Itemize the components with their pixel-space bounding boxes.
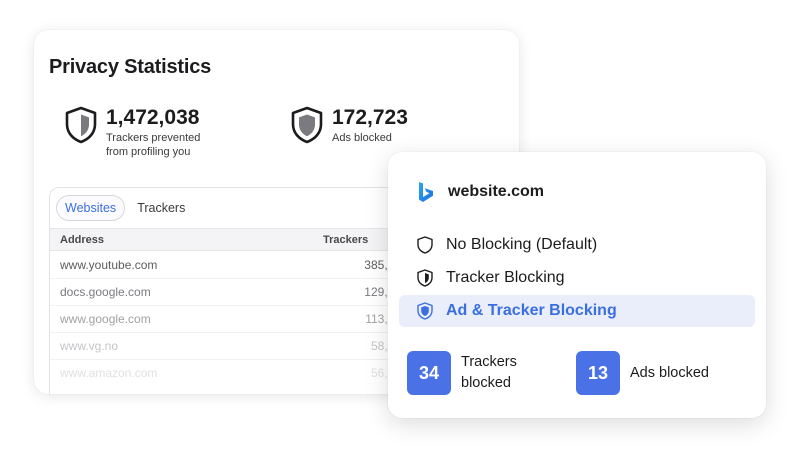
count-label: Trackers — [461, 354, 517, 370]
shield-half-icon — [65, 106, 97, 144]
table-tabs: Websites Trackers — [56, 195, 197, 221]
shield-full-icon — [291, 106, 323, 144]
site-header: website.com — [418, 181, 544, 203]
trackers-prevented-stat: 1,472,038 Trackers prevented from profil… — [64, 106, 200, 159]
shield-outline-icon — [417, 236, 433, 254]
count-badge: 34 — [407, 351, 451, 395]
option-ad-tracker-blocking[interactable]: Ad & Tracker Blocking — [399, 295, 755, 327]
count-badge: 13 — [576, 351, 620, 395]
row-address: docs.google.com — [60, 285, 151, 299]
trackers-blocked-count: 34 Trackers blocked — [407, 351, 541, 395]
row-address: www.amazon.com — [60, 366, 158, 380]
row-address: www.vg.no — [60, 339, 119, 353]
row-address: www.google.com — [60, 312, 151, 326]
trackers-prevented-count: 1,472,038 — [106, 106, 200, 129]
count-label: Ads blocked — [630, 364, 709, 381]
option-label: Tracker Blocking — [446, 269, 565, 286]
bing-logo-icon — [419, 182, 433, 202]
tab-trackers[interactable]: Trackers — [129, 196, 193, 220]
trackers-prevented-label: Trackers prevented — [106, 132, 201, 144]
trackers-prevented-label-2: from profiling you — [106, 146, 191, 158]
column-header-address[interactable]: Address — [60, 234, 104, 246]
tab-websites[interactable]: Websites — [56, 195, 126, 221]
ads-blocked-count: 172,723 — [332, 106, 408, 129]
option-no-blocking[interactable]: No Blocking (Default) — [399, 229, 755, 261]
row-address: www.youtube.com — [60, 258, 158, 272]
count-label-2: blocked — [461, 375, 511, 391]
column-header-trackers[interactable]: Trackers — [323, 234, 368, 246]
shield-full-icon — [417, 302, 433, 320]
option-label: No Blocking (Default) — [446, 236, 598, 253]
option-label: Ad & Tracker Blocking — [446, 302, 617, 319]
ads-blocked-count-site: 13 Ads blocked — [576, 351, 730, 395]
option-tracker-blocking[interactable]: Tracker Blocking — [399, 262, 755, 294]
page-title: Privacy Statistics — [49, 56, 212, 78]
website-protection-card: website.com No Blocking (Default) Tracke… — [388, 152, 766, 418]
shield-half-icon — [417, 269, 433, 287]
ads-blocked-stat: 172,723 Ads blocked — [290, 106, 408, 145]
site-name: website.com — [448, 183, 545, 200]
ads-blocked-label: Ads blocked — [332, 132, 392, 144]
stage: Privacy Statistics 1,472,038 Trackers pr… — [0, 0, 800, 450]
